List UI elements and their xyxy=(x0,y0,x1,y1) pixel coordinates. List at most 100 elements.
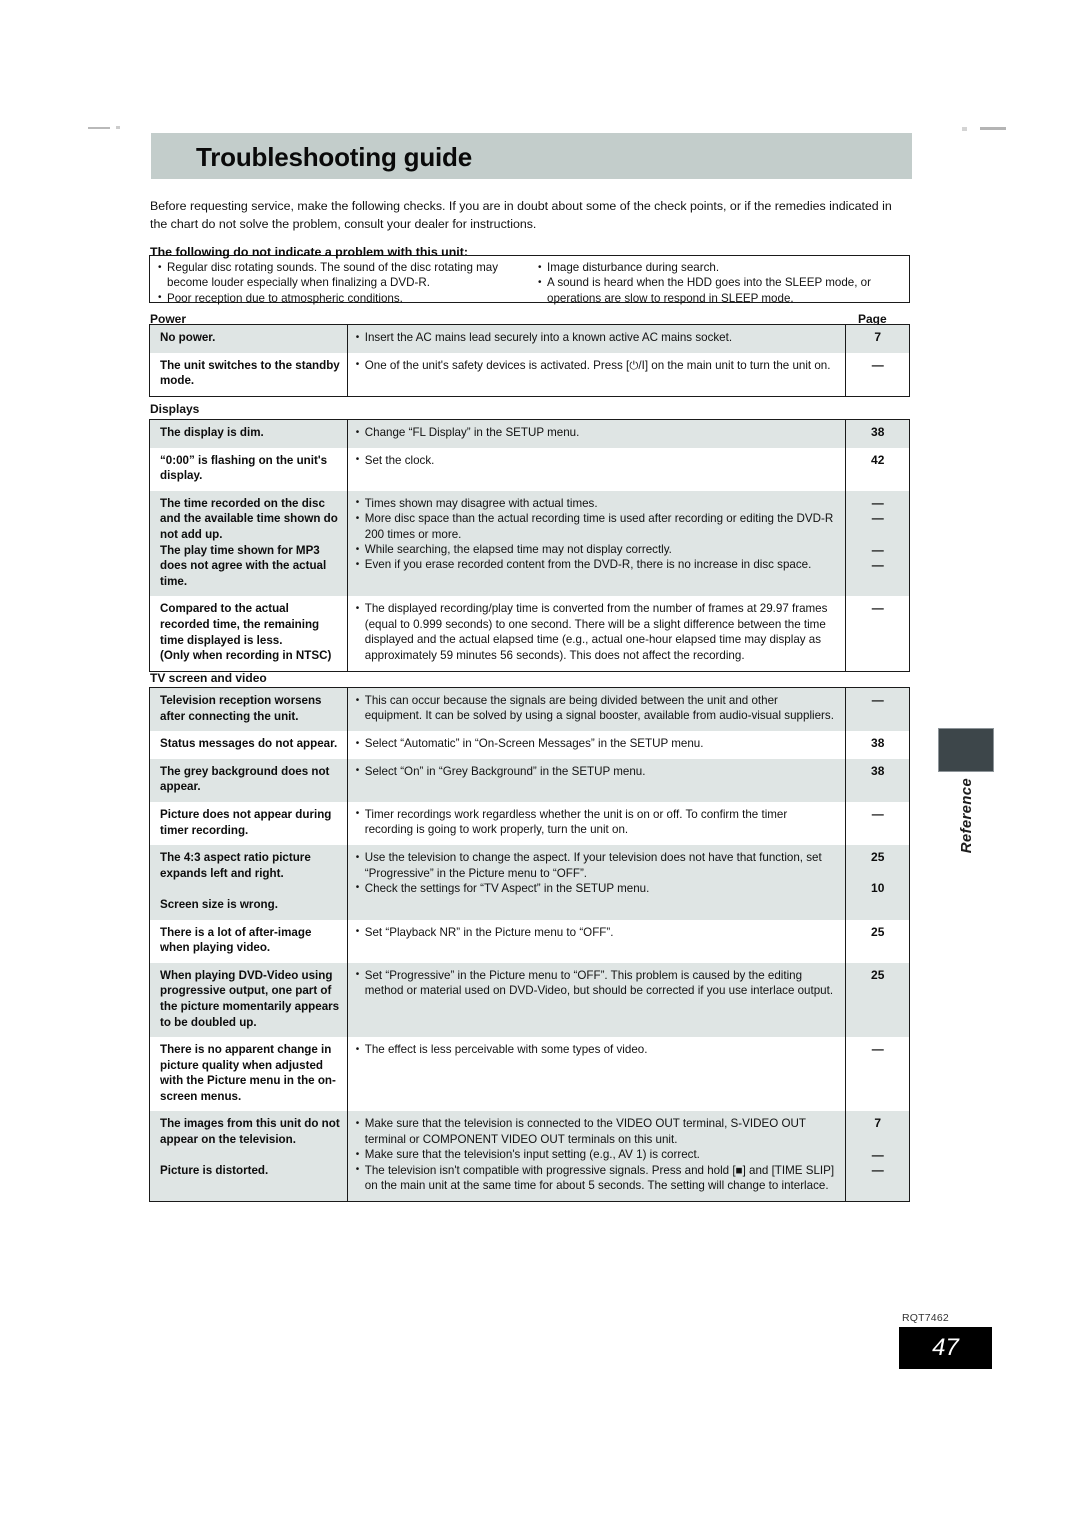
symptom-text: Picture does not appear during timer rec… xyxy=(160,807,332,837)
page-number: 47 xyxy=(932,1334,959,1361)
symptom-text: The unit switches to the standby mode. xyxy=(160,358,340,388)
remedy-item: While searching, the elapsed time may no… xyxy=(356,541,838,557)
list-item: Poor reception due to atmospheric condit… xyxy=(158,290,523,306)
symptom-text: Television reception worsens after conne… xyxy=(160,694,322,723)
remedy-cell: Select “On” in “Grey Background” in the … xyxy=(347,758,847,802)
remedy-cell: Select “Automatic” in “On-Screen Message… xyxy=(347,731,847,759)
remedy-item: Set “Playback NR” in the Picture menu to… xyxy=(356,924,838,940)
symptom-cell: Status messages do not appear. xyxy=(150,731,348,759)
table-row: The grey background does not appear. Sel… xyxy=(150,758,909,802)
page-ref: 42 xyxy=(871,452,885,467)
remedy-cell: Insert the AC mains lead securely into a… xyxy=(347,325,847,353)
page-title: Troubleshooting guide xyxy=(196,142,472,172)
table-row: No power. Insert the AC mains lead secur… xyxy=(150,325,909,353)
page-ref: 7 xyxy=(874,330,882,344)
remedy-item: Select “Automatic” in “On-Screen Message… xyxy=(356,736,838,752)
page-cell: — xyxy=(845,352,909,396)
page-ref: 10 xyxy=(871,881,885,896)
page-ref: — xyxy=(871,558,884,573)
crop-mark-right-2 xyxy=(980,127,1006,130)
symptom-text: There is no apparent change in picture q… xyxy=(160,1043,336,1103)
list-item: Image disturbance during search. xyxy=(538,259,903,275)
page-ref: 38 xyxy=(871,425,885,439)
table-row: Compared to the actual recorded time, th… xyxy=(150,596,909,671)
symptom-text: Status messages do not appear. xyxy=(160,737,338,751)
table-row: There is no apparent change in picture q… xyxy=(150,1037,909,1112)
symptom-text: The display is dim. xyxy=(160,426,264,439)
table-tv-screen-and-video: Television reception worsens after conne… xyxy=(149,687,910,1202)
margin-tab-block xyxy=(938,728,994,772)
remedy-item: Select “On” in “Grey Background” in the … xyxy=(356,763,838,779)
remedy-cell: This can occur because the signals are b… xyxy=(347,688,847,732)
not-a-problem-box: Regular disc rotating sounds. The sound … xyxy=(149,255,910,307)
remedy-item: The effect is less perceivable with some… xyxy=(356,1042,838,1058)
remedy-cell: Use the television to change the aspect.… xyxy=(347,845,847,920)
symptom-spacer xyxy=(160,881,341,897)
symptom-text: There is a lot of after-image when playi… xyxy=(160,925,312,955)
section-label-tv-screen-and-video: TV screen and video xyxy=(150,671,267,685)
document-code: RQT7462 xyxy=(902,1312,949,1324)
page-cell: 7 — — xyxy=(845,1111,909,1201)
remedy-item: The television isn't compatible with pro… xyxy=(356,1162,838,1194)
page-ref: 25 xyxy=(871,924,885,939)
table-displays: The display is dim. Change “FL Display” … xyxy=(149,419,910,672)
page-ref: — xyxy=(871,1042,884,1057)
page-ref: — xyxy=(871,1147,884,1162)
list-item: Regular disc rotating sounds. The sound … xyxy=(158,260,523,291)
remedy-cell: Set “Playback NR” in the Picture menu to… xyxy=(347,919,847,963)
page-cell: — xyxy=(845,688,909,732)
remedy-cell: The effect is less perceivable with some… xyxy=(347,1037,847,1112)
page-ref: 38 xyxy=(871,736,885,751)
table-row: When playing DVD-Video using progressive… xyxy=(150,962,909,1038)
remedy-cell: Set the clock. xyxy=(347,447,847,491)
table-row: The unit switches to the standby mode. O… xyxy=(150,352,909,396)
manual-page: Troubleshooting guide Before requesting … xyxy=(0,0,1080,1528)
not-a-problem-left-list: Regular disc rotating sounds. The sound … xyxy=(158,260,523,307)
page-cell: 25 xyxy=(845,919,909,963)
remedy-item: The displayed recording/play time is con… xyxy=(356,601,838,663)
remedy-cell: Change “FL Display” in the SETUP menu. xyxy=(347,420,847,448)
table-row: Television reception worsens after conne… xyxy=(150,688,909,732)
table-row: The images from this unit do not appear … xyxy=(150,1111,909,1201)
table-row: There is a lot of after-image when playi… xyxy=(150,919,909,963)
page-ref: — xyxy=(871,495,884,510)
symptom-text: Compared to the actual recorded time, th… xyxy=(160,602,320,647)
page-cell: 25 10 xyxy=(845,845,909,920)
remedy-cell: Make sure that the television is connect… xyxy=(347,1111,847,1201)
page-cell: — xyxy=(845,596,909,671)
table-row: “0:00” is flashing on the unit's display… xyxy=(150,447,909,491)
table-row: Picture does not appear during timer rec… xyxy=(150,801,909,846)
remedy-item: Timer recordings work regardless whether… xyxy=(356,806,838,838)
table-row: The 4:3 aspect ratio picture expands lef… xyxy=(150,845,909,920)
symptom-text: When playing DVD-Video using progressive… xyxy=(160,968,340,1029)
remedy-cell: The displayed recording/play time is con… xyxy=(347,596,847,671)
symptom-cell: “0:00” is flashing on the unit's display… xyxy=(150,447,348,491)
page-ref: 38 xyxy=(871,763,885,778)
remedy-item: Insert the AC mains lead securely into a… xyxy=(356,329,838,345)
table-row: The time recorded on the disc and the av… xyxy=(150,490,909,597)
crop-mark-left-2 xyxy=(116,126,120,129)
symptom-cell: The images from this unit do not appear … xyxy=(150,1111,348,1201)
page-ref: — xyxy=(871,601,884,616)
remedy-cell: One of the unit's safety devices is acti… xyxy=(347,352,847,396)
page-ref: 7 xyxy=(874,1116,882,1131)
table-row: The display is dim. Change “FL Display” … xyxy=(150,420,909,448)
remedy-item: This can occur because the signals are b… xyxy=(356,693,838,724)
page-cell: 38 xyxy=(845,758,909,802)
not-a-problem-right-column: Image disturbance during search. A sound… xyxy=(529,256,909,304)
remedy-item: One of the unit's safety devices is acti… xyxy=(356,357,838,373)
table-row: Status messages do not appear. Select “A… xyxy=(150,731,909,759)
remedy-item: Check the settings for “TV Aspect” in th… xyxy=(356,880,838,896)
symptom-text: Screen size is wrong. xyxy=(160,897,278,911)
margin-tab-label: Reference xyxy=(938,778,994,888)
remedy-item: More disc space than the actual recordin… xyxy=(356,511,838,542)
remedy-item: Even if you erase recorded content from … xyxy=(356,557,838,573)
symptom-cell: The unit switches to the standby mode. xyxy=(150,352,348,396)
remedy-item: Set the clock. xyxy=(356,452,838,468)
symptom-cell: The time recorded on the disc and the av… xyxy=(150,490,348,597)
page-cell: 25 xyxy=(845,962,909,1038)
symptom-cell: The 4:3 aspect ratio picture expands lef… xyxy=(150,845,348,920)
symptom-cell: When playing DVD-Video using progressive… xyxy=(150,962,348,1038)
remedy-cell: Set “Progressive” in the Picture menu to… xyxy=(347,962,847,1038)
remedy-item: Times shown may disagree with actual tim… xyxy=(356,495,838,511)
